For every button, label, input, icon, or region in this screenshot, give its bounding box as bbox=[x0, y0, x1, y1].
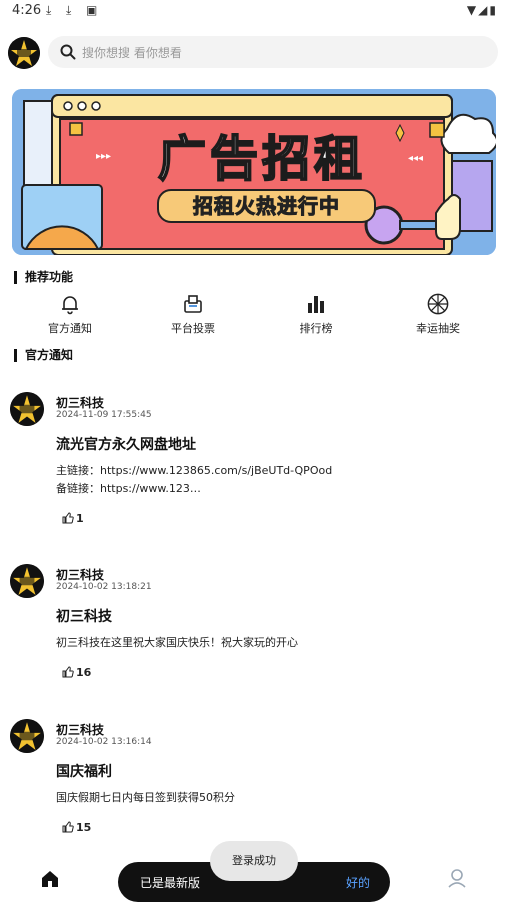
snackbar-ok-button[interactable]: 好的 bbox=[346, 874, 370, 891]
post-date: 2024-11-09 17:55:45 bbox=[56, 410, 152, 420]
svg-text:◂◂◂: ◂◂◂ bbox=[408, 153, 423, 164]
search-input[interactable]: 搜你想搜 看你想看 bbox=[48, 36, 498, 68]
banner-title: 广告招租 bbox=[157, 130, 366, 188]
vote-icon bbox=[184, 295, 202, 313]
status-bar: 4:26 ⤓ ⤓ ▣ ▼◢▮ bbox=[0, 0, 508, 22]
battery-icon: ▮ bbox=[489, 3, 498, 17]
feature-lucky-draw[interactable]: 幸运抽奖 bbox=[383, 293, 493, 336]
thumbs-up-icon bbox=[62, 666, 74, 678]
feature-label: 幸运抽奖 bbox=[416, 322, 460, 335]
ad-banner[interactable]: ▸▸▸ ◂◂◂ 广告招租 招租火热进行中 bbox=[12, 89, 496, 255]
like-button[interactable]: 1 bbox=[62, 512, 84, 525]
feature-label: 排行榜 bbox=[299, 322, 333, 335]
feature-label: 官方通知 bbox=[48, 322, 92, 335]
banner-subtitle: 招租火热进行中 bbox=[157, 189, 376, 223]
search-placeholder: 搜你想搜 看你想看 bbox=[82, 46, 182, 60]
post-body-line: 主链接：https://www.123865.com/s/jBeUTd-QPOo… bbox=[56, 464, 333, 477]
feature-leaderboard[interactable]: 排行榜 bbox=[261, 293, 371, 336]
post-date: 2024-10-02 13:16:14 bbox=[56, 737, 152, 747]
feature-platform-vote[interactable]: 平台投票 bbox=[138, 293, 248, 336]
bell-icon bbox=[62, 296, 78, 315]
login-toast: 登录成功 bbox=[210, 841, 298, 881]
wifi-icon: ▼ bbox=[466, 3, 479, 17]
profile-icon[interactable] bbox=[446, 867, 468, 889]
post-title: 国庆福利 bbox=[56, 764, 112, 780]
post-title: 初三科技 bbox=[56, 609, 112, 625]
status-indicators: ▼◢▮ bbox=[467, 3, 498, 17]
top-bar: 搜你想搜 看你想看 bbox=[0, 35, 508, 71]
feature-row: 官方通知 平台投票 排行榜 幸运抽奖 bbox=[0, 293, 508, 339]
like-button[interactable]: 15 bbox=[62, 821, 91, 834]
snackbar-message: 已是最新版 bbox=[140, 876, 201, 890]
feature-label: 平台投票 bbox=[171, 322, 215, 335]
search-icon bbox=[60, 44, 76, 60]
section-title-official: 官方通知 bbox=[14, 349, 73, 362]
bar-chart-icon bbox=[308, 296, 324, 313]
post-body-line: 备链接：https://www.123… bbox=[56, 482, 201, 495]
like-count: 15 bbox=[76, 821, 92, 834]
download-icon: ⤓ bbox=[66, 3, 72, 17]
like-count: 16 bbox=[76, 666, 92, 679]
app-logo[interactable] bbox=[8, 37, 40, 69]
svg-text:▸▸▸: ▸▸▸ bbox=[96, 151, 111, 162]
post-author: 初三科技 bbox=[56, 568, 105, 582]
notice-post[interactable]: 初三科技 2024-11-09 17:55:45 流光官方永久网盘地址 主链接：… bbox=[0, 392, 508, 532]
wheel-icon bbox=[427, 293, 449, 315]
post-date: 2024-10-02 13:18:21 bbox=[56, 582, 152, 592]
post-author: 初三科技 bbox=[56, 396, 105, 410]
author-avatar[interactable] bbox=[10, 392, 44, 426]
thumbs-up-icon bbox=[62, 821, 74, 833]
app-notification-icon: ▣ bbox=[86, 3, 98, 17]
section-title-recommended: 推荐功能 bbox=[14, 271, 73, 284]
signal-icon: ◢ bbox=[478, 3, 490, 17]
post-title: 流光官方永久网盘地址 bbox=[56, 437, 196, 453]
author-avatar[interactable] bbox=[10, 719, 44, 753]
post-author: 初三科技 bbox=[56, 723, 105, 737]
like-button[interactable]: 16 bbox=[62, 666, 91, 679]
author-avatar[interactable] bbox=[10, 564, 44, 598]
post-body-line: 国庆假期七日内每日签到获得50积分 bbox=[56, 791, 235, 804]
thumbs-up-icon bbox=[62, 512, 74, 524]
status-time: 4:26 bbox=[12, 3, 42, 18]
notice-post[interactable]: 初三科技 2024-10-02 13:16:14 国庆福利 国庆假期七日内每日签… bbox=[0, 719, 508, 839]
notice-post[interactable]: 初三科技 2024-10-02 13:18:21 初三科技 初三科技在这里祝大家… bbox=[0, 564, 508, 684]
post-body-line: 初三科技在这里祝大家国庆快乐！祝大家玩的开心 bbox=[56, 636, 298, 649]
feature-official-notice[interactable]: 官方通知 bbox=[15, 293, 125, 336]
download-icon: ⤓ bbox=[46, 3, 52, 17]
like-count: 1 bbox=[76, 512, 84, 525]
home-icon[interactable] bbox=[40, 869, 60, 889]
